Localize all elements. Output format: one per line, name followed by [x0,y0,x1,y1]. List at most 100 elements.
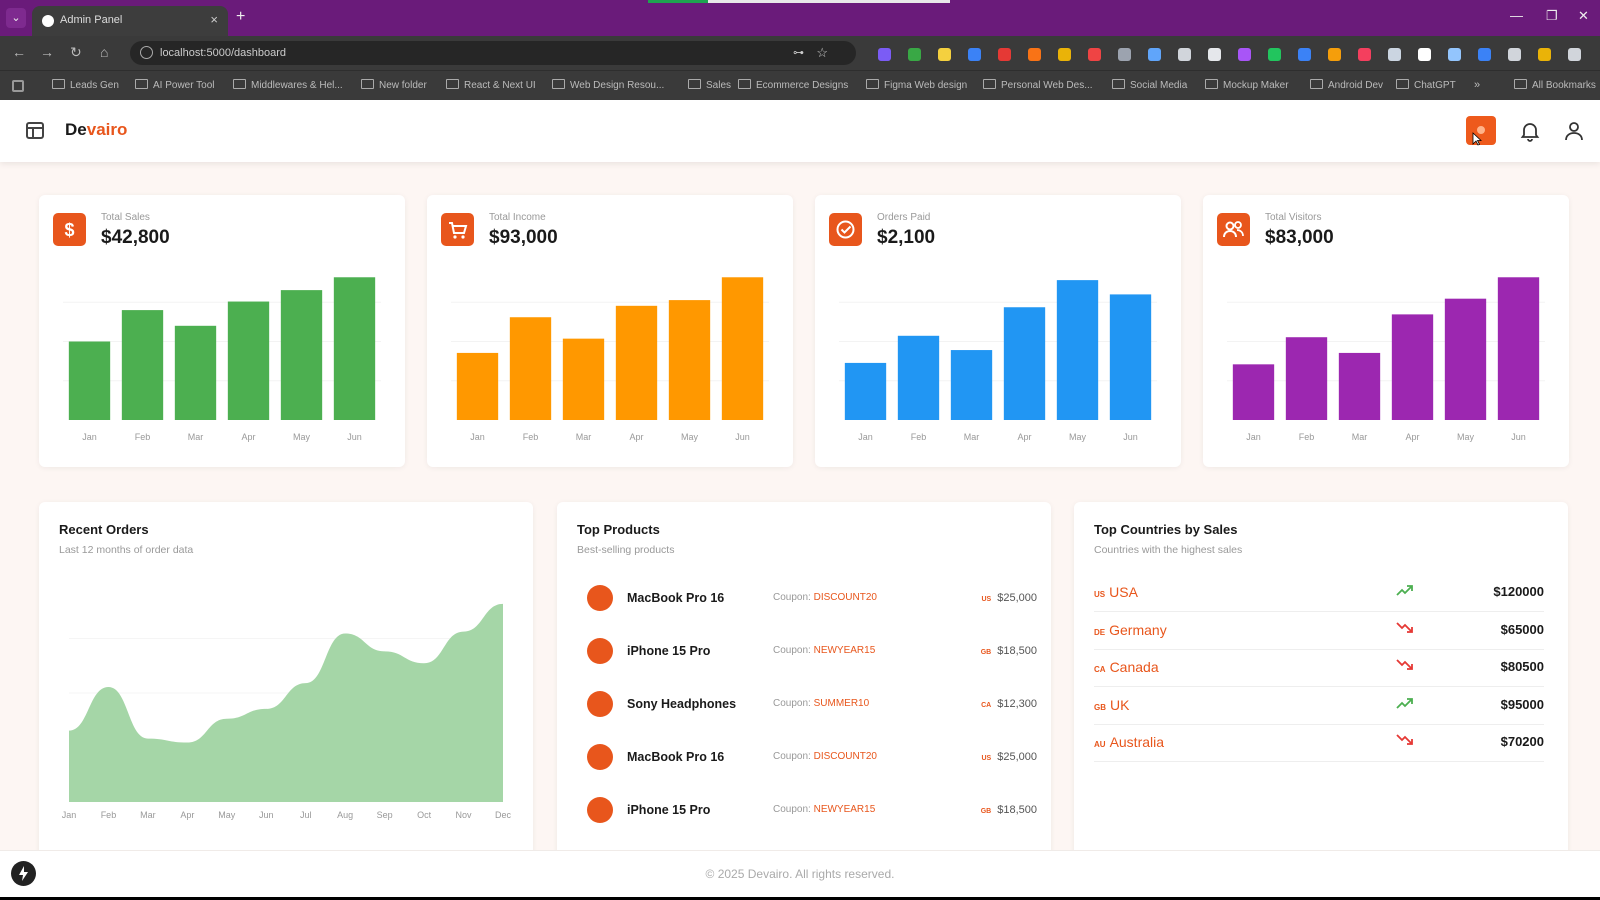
close-window-icon[interactable]: ✕ [1578,8,1589,24]
bar[interactable] [1497,277,1540,420]
bar[interactable] [668,300,711,420]
browser-extension-icon[interactable] [1508,48,1521,61]
password-key-icon[interactable]: ⊶ [793,46,804,59]
browser-tab[interactable]: Admin Panel × [32,6,228,36]
browser-extension-icon[interactable] [1358,48,1371,61]
bar[interactable] [844,362,887,420]
tab-search-button[interactable]: ⌄ [6,8,26,28]
country-row[interactable]: US USA $120000 [1094,575,1544,612]
bell-icon[interactable] [1518,119,1542,143]
home-icon[interactable]: ⌂ [100,44,108,60]
bookmark-folder[interactable]: Figma Web design [866,79,967,91]
bar[interactable] [121,310,164,420]
sidebar-toggle-icon[interactable] [26,122,44,139]
bar[interactable] [950,350,993,420]
bookmark-folder[interactable]: New folder [361,79,427,91]
bar[interactable] [68,341,111,421]
minimize-icon[interactable]: — [1510,8,1523,23]
new-tab-button[interactable]: + [236,8,245,26]
browser-extension-icon[interactable] [1088,48,1101,61]
country-row[interactable]: CA Canada $80500 [1094,650,1544,687]
user-icon[interactable] [1562,119,1586,143]
bar[interactable] [1338,352,1381,420]
product-row[interactable]: iPhone 15 Pro Coupon: NEWYEAR15 GB $18,500 [577,795,1037,825]
bar[interactable] [1285,337,1328,420]
browser-extension-icon[interactable] [1298,48,1311,61]
browser-extension-icon[interactable] [1568,48,1581,61]
bar[interactable] [227,301,270,420]
bar[interactable] [562,338,605,420]
browser-extension-icon[interactable] [1328,48,1341,61]
browser-extension-icon[interactable] [1178,48,1191,61]
bookmark-folder[interactable]: Web Design Resou... [552,79,664,91]
browser-extension-icon[interactable] [998,48,1011,61]
browser-extension-icon[interactable] [908,48,921,61]
bar[interactable] [1003,307,1046,420]
url-field[interactable]: localhost:5000/dashboard ⊶ ☆ [130,41,856,65]
bookmarks-overflow-icon[interactable]: » [1474,79,1480,91]
country-row[interactable]: DE Germany $65000 [1094,613,1544,650]
bar[interactable] [1109,294,1152,420]
browser-extension-icon[interactable] [1388,48,1401,61]
browser-extension-icon[interactable] [1478,48,1491,61]
browser-extension-icon[interactable] [938,48,951,61]
country-row[interactable]: AU Australia $70200 [1094,725,1544,762]
browser-extension-icon[interactable] [1058,48,1071,61]
browser-extension-icon[interactable] [1448,48,1461,61]
country-row[interactable]: GB UK $95000 [1094,688,1544,725]
bar[interactable] [1056,280,1099,420]
devtools-fab-button[interactable] [11,861,36,886]
bar[interactable] [1444,298,1487,420]
bookmark-folder[interactable]: React & Next UI [446,79,536,91]
product-row[interactable]: MacBook Pro 16 Coupon: DISCOUNT20 US $25,00… [577,742,1037,772]
browser-extension-icon[interactable] [1028,48,1041,61]
bar[interactable] [174,325,217,420]
restore-icon[interactable]: ❐ [1546,8,1558,24]
bar[interactable] [333,277,376,420]
bookmark-star-icon[interactable]: ☆ [816,45,828,61]
product-row[interactable]: MacBook Pro 16 Coupon: DISCOUNT20 US $25,00… [577,583,1037,613]
bar[interactable] [1391,314,1434,420]
bookmark-folder[interactable]: ChatGPT [1396,79,1456,91]
site-info-icon[interactable] [140,46,153,59]
x-tick-label: Feb [911,432,927,442]
country-flag-code: AU [1094,740,1106,749]
bar[interactable] [509,317,552,420]
bookmark-folder[interactable]: AI Power Tool [135,79,215,91]
product-coupon: Coupon: DISCOUNT20 [773,751,877,762]
bar[interactable] [615,305,658,420]
reload-icon[interactable]: ↻ [70,44,82,61]
bar[interactable] [1232,364,1275,420]
product-row[interactable]: iPhone 15 Pro Coupon: NEWYEAR15 GB $18,500 [577,636,1037,666]
bookmark-folder[interactable]: Social Media [1112,79,1187,91]
bar[interactable] [456,352,499,420]
bookmark-folder[interactable]: Android Dev [1310,79,1383,91]
bookmark-folder[interactable]: Mockup Maker [1205,79,1289,91]
apps-icon[interactable] [12,80,24,92]
browser-extension-icon[interactable] [968,48,981,61]
brand-logo[interactable]: Devairo [65,120,127,140]
tab-close-icon[interactable]: × [210,12,218,27]
bar[interactable] [897,335,940,420]
forward-icon[interactable]: → [40,44,54,60]
bookmark-folder[interactable]: Ecommerce Designs [738,79,848,91]
bookmark-folder[interactable]: Personal Web Des... [983,79,1093,91]
browser-extension-icon[interactable] [1268,48,1281,61]
tab-favicon [42,15,54,27]
bookmark-folder[interactable]: Middlewares & Hel... [233,79,343,91]
browser-extension-icon[interactable] [1118,48,1131,61]
bar[interactable] [280,290,323,420]
browser-extension-icon[interactable] [1208,48,1221,61]
bookmark-folder[interactable]: Sales [688,79,731,91]
bookmark-folder[interactable]: Leads Gen [52,79,119,91]
bar[interactable] [721,277,764,420]
browser-extension-icon[interactable] [1238,48,1251,61]
browser-extension-icon[interactable] [878,48,891,61]
browser-extension-icon[interactable] [1538,48,1551,61]
browser-extension-icon[interactable] [1148,48,1161,61]
browser-extension-icon[interactable] [1418,48,1431,61]
stat-card: Total Visitors $83,000 Jan Feb Mar Apr May Jun [1203,195,1569,467]
product-row[interactable]: Sony Headphones Coupon: SUMMER10 CA $12,300 [577,689,1037,719]
back-icon[interactable]: ← [12,44,26,60]
all-bookmarks-link[interactable]: All Bookmarks [1514,79,1596,91]
